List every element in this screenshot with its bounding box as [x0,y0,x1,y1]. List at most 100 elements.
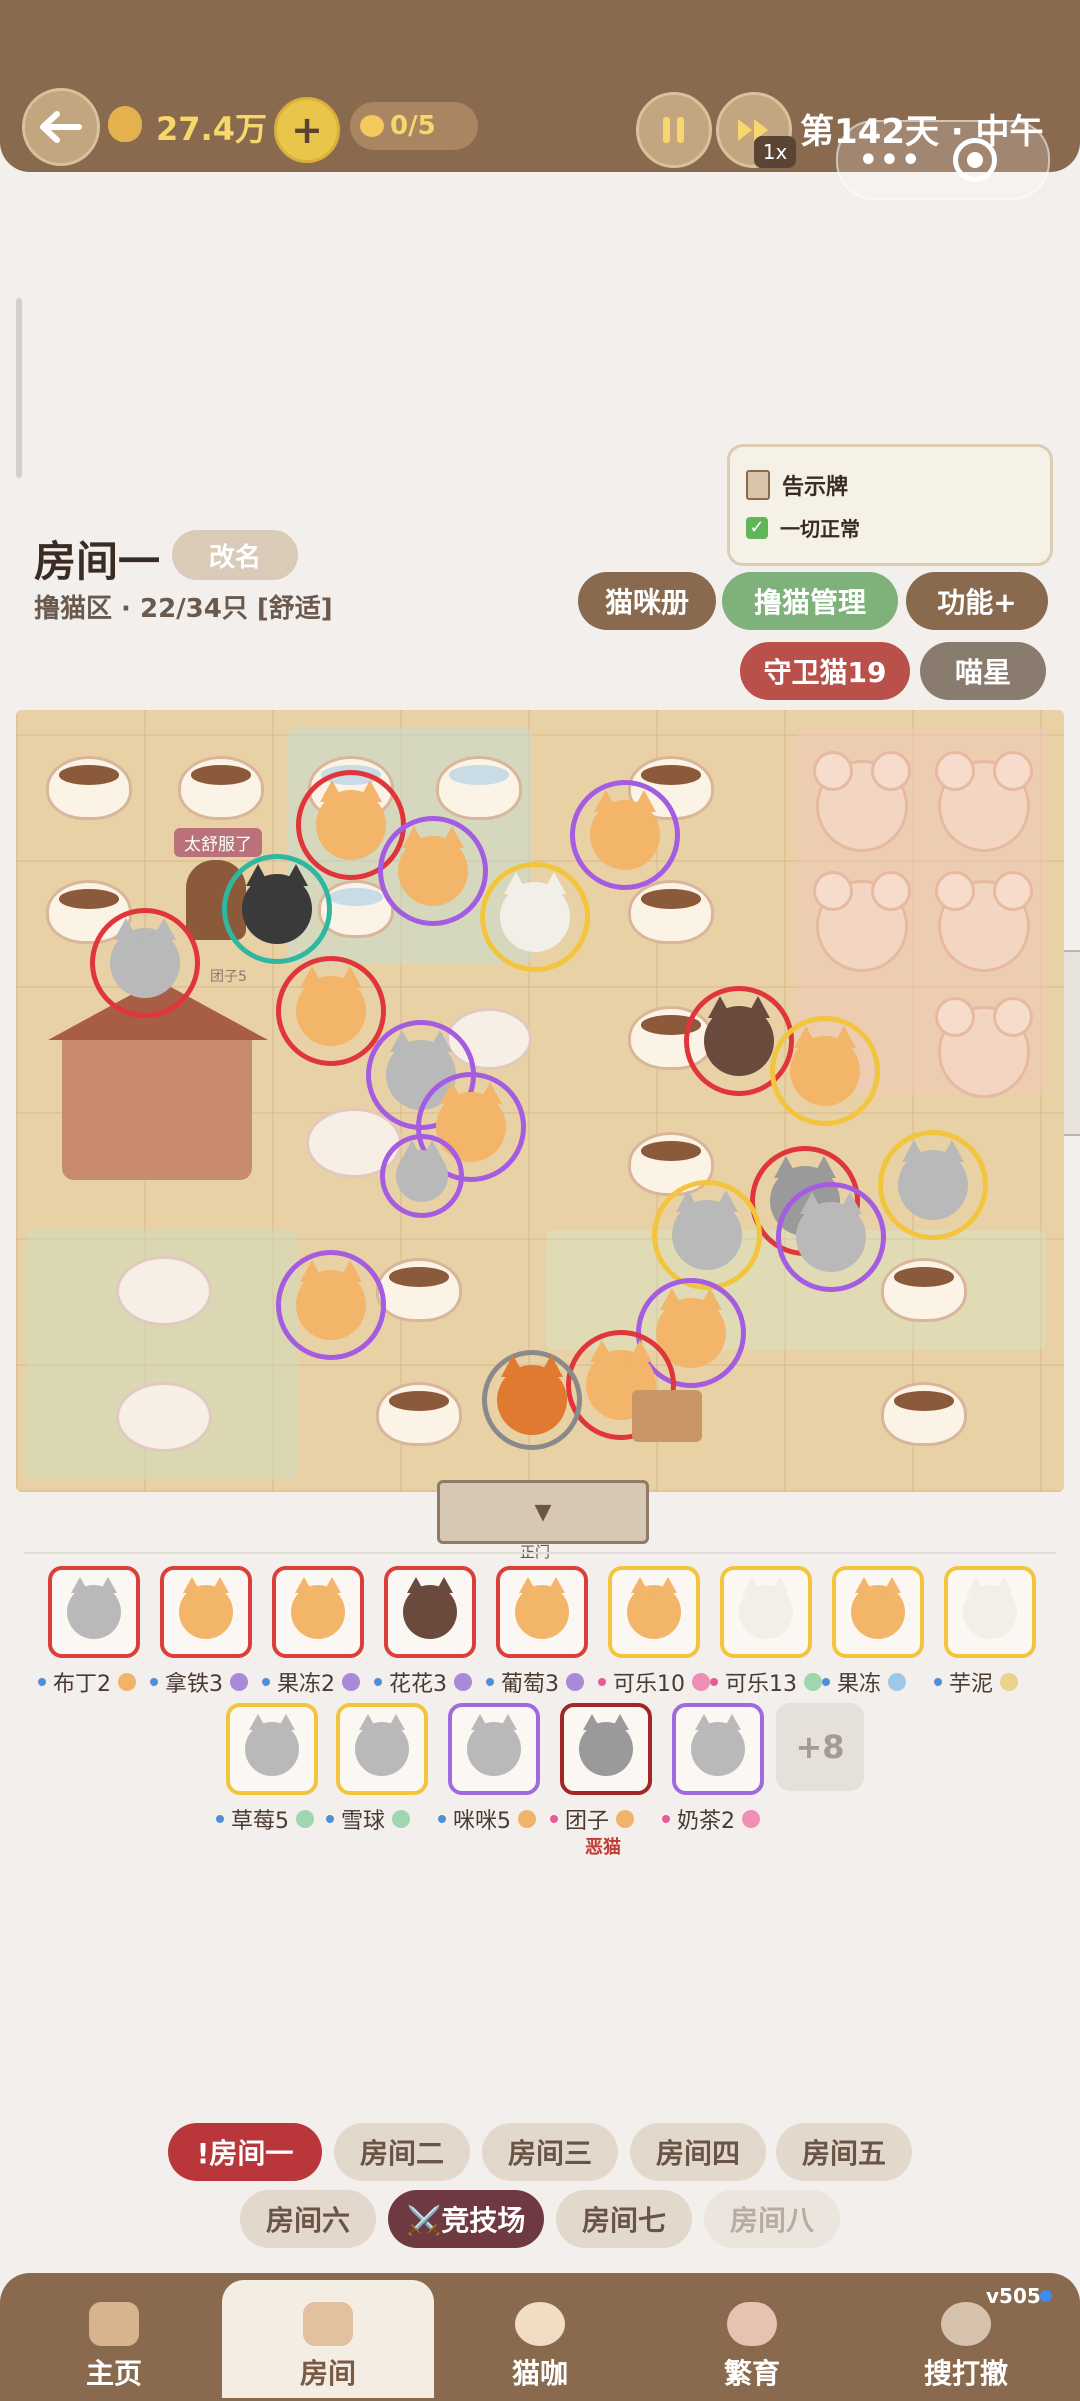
cat-card[interactable] [832,1566,924,1658]
mood-icon [804,1673,822,1691]
close-miniprogram-icon[interactable] [953,138,997,182]
cat-card[interactable] [560,1703,652,1795]
map-cat[interactable] [276,956,386,1066]
cat-card-label: 可乐13 [710,1666,822,1698]
cat-bowl-icon [303,2302,353,2346]
magnifier-icon [941,2302,991,2346]
tab-room-7[interactable]: 房间七 [556,2190,692,2248]
nav-room[interactable]: 房间 [222,2280,434,2398]
mood-icon [1000,1673,1019,1691]
two-cats-icon [727,2302,777,2346]
map-cat[interactable] [378,816,488,926]
cat-card[interactable] [272,1566,364,1658]
cat-card[interactable] [384,1566,476,1658]
cat-portrait-icon [291,1577,345,1639]
pause-button[interactable] [636,92,712,168]
tab-room-6[interactable]: 房间六 [240,2190,376,2248]
catbook-button[interactable]: 猫咪册 [578,572,716,630]
cat-card[interactable] [160,1566,252,1658]
add-money-button[interactable]: + [274,97,340,163]
cat-portrait-icon [467,1714,521,1776]
rename-button[interactable]: 改名 [172,530,298,580]
cat-name: 芋泥 [949,1672,994,1697]
map-cat[interactable] [878,1130,988,1240]
food-bowl[interactable] [376,1382,462,1446]
mouse-toy[interactable] [813,871,911,972]
food-bowl[interactable] [628,880,714,944]
cat-card[interactable] [944,1566,1036,1658]
cat-name: 雪球 [341,1809,386,1834]
gender-dot [38,1678,46,1686]
miniprogram-capsule: ••• [836,120,1050,200]
gender-dot [374,1678,382,1686]
more-icon[interactable]: ••• [838,143,943,178]
food-bowl[interactable] [881,1258,967,1322]
house-icon [89,2302,139,2346]
map-cat[interactable] [482,1350,582,1450]
mouse-toy[interactable] [813,751,911,852]
cat-card[interactable] [608,1566,700,1658]
room-title: 房间一 [34,537,161,586]
tab-room-5[interactable]: 房间五 [776,2123,912,2181]
cat-card[interactable] [672,1703,764,1795]
map-cat[interactable] [222,854,332,964]
tab-room-2[interactable]: 房间二 [334,2123,470,2181]
tab-room-3[interactable]: 房间三 [482,2123,618,2181]
cat-card[interactable] [336,1703,428,1795]
gender-dot [486,1678,494,1686]
cat-management-button[interactable]: 撸猫管理 [722,572,898,630]
cat-card-label: 雪球 [326,1803,411,1835]
cat-card[interactable] [48,1566,140,1658]
nav-home[interactable]: 主页 [44,2280,184,2398]
cat-capacity-badge[interactable]: 0/5 [350,102,478,150]
treasure-box[interactable] [632,1390,702,1442]
cat-portrait-icon [579,1714,633,1776]
guard-cat-button[interactable]: 守卫猫19 [740,642,910,700]
map-cat[interactable] [776,1182,886,1292]
water-bowl[interactable] [436,756,522,820]
mouse-toy[interactable] [935,871,1033,972]
cat-card[interactable] [496,1566,588,1658]
food-bowl[interactable] [881,1382,967,1446]
cat-bed[interactable] [116,1382,212,1452]
map-cat[interactable] [570,780,680,890]
mood-icon [230,1673,248,1691]
gender-dot [150,1678,158,1686]
cat-bed[interactable] [116,1256,212,1326]
cat-house[interactable] [48,980,268,1180]
map-cat[interactable] [652,1180,762,1290]
meow-star-button[interactable]: 喵星 [920,642,1046,700]
tab-room-1[interactable]: !房间一 [168,2123,322,2181]
cat-portrait-icon [403,1577,457,1639]
cat-card[interactable] [226,1703,318,1795]
cat-card[interactable] [448,1703,540,1795]
main-gate-button[interactable]: ▼ [437,1480,649,1544]
tab-arena[interactable]: ⚔️竞技场 [388,2190,544,2248]
cat-card-label: 葡萄3 [486,1666,584,1698]
speed-label: 1x [754,136,796,168]
food-bowl[interactable] [178,756,264,820]
tab-room-8[interactable]: 房间八 [704,2190,840,2248]
room-map[interactable]: 太舒服了 团子5 [16,710,1064,1492]
nav-cafe[interactable]: 猫咖 [470,2280,610,2398]
functions-button[interactable]: 功能+ [906,572,1048,630]
food-bowl[interactable] [46,756,132,820]
notice-board[interactable]: 告示牌 ✓ 一切正常 [727,444,1053,566]
map-cat[interactable] [380,1134,464,1218]
mouse-toy[interactable] [935,997,1033,1098]
cat-card[interactable] [720,1566,812,1658]
cat-portrait-icon [179,1577,233,1639]
speech-bubble: 太舒服了 [174,828,262,857]
nav-breed[interactable]: 繁育 [682,2280,822,2398]
cat-name: 花花3 [389,1672,447,1697]
food-bowl[interactable] [376,1258,462,1322]
mood-icon [392,1810,411,1828]
map-cat[interactable] [770,1016,880,1126]
map-cat[interactable] [90,908,200,1018]
back-button[interactable] [22,88,100,166]
map-cat[interactable] [276,1250,386,1360]
map-cat[interactable] [480,862,590,972]
tab-room-4[interactable]: 房间四 [630,2123,766,2181]
mouse-toy[interactable] [935,751,1033,852]
more-cats-button[interactable]: +8 [776,1703,864,1791]
